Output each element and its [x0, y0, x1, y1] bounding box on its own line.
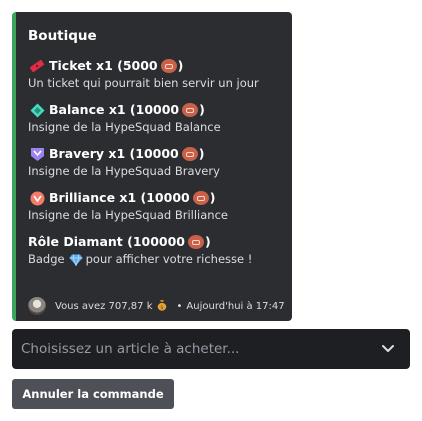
diamond-icon: [69, 253, 83, 266]
embed-footer: Vous avez 707,87 k $ • Aujourd'hui à 17:…: [28, 297, 285, 315]
shop-item-bravery: Bravery x1 (10000 ) Insigne de la HypeSq…: [28, 145, 280, 180]
item-name: Brilliance x1 (10000: [49, 190, 190, 205]
footer-timestamp: Aujourd'hui à 17:47: [186, 300, 285, 312]
item-name: Bravery x1 (10000: [49, 146, 179, 161]
item-name: Balance x1 (10000: [49, 102, 180, 117]
item-select-dropdown[interactable]: Choisissez un article à acheter...: [12, 329, 410, 369]
coin-icon: [188, 235, 205, 249]
cancel-order-button[interactable]: Annuler la commande: [12, 379, 174, 409]
balance-text: Vous avez 707,87 k: [55, 300, 153, 312]
avatar: [28, 297, 46, 315]
chevron-down-icon: [381, 342, 395, 356]
embed-title: Boutique: [28, 28, 97, 44]
select-placeholder: Choisissez un article à acheter...: [21, 341, 240, 357]
money-bag-icon: $: [157, 299, 167, 314]
shop-item-brilliance: Brilliance x1 (10000 ) Insigne de la Hyp…: [28, 189, 280, 224]
svg-text:$: $: [160, 305, 163, 311]
coin-icon: [160, 59, 177, 73]
shop-embed: Boutique Ticket x1 (5000 ) Un ticket qui…: [12, 12, 292, 321]
coin-icon: [182, 103, 199, 117]
coin-icon: [181, 147, 198, 161]
coin-icon: [192, 191, 209, 205]
hypesquad-brilliance-icon: [28, 190, 46, 206]
item-description: Insigne de la HypeSquad Bravery: [28, 164, 220, 178]
hypesquad-bravery-icon: [28, 146, 46, 162]
item-description: Badge pour afficher votre richesse !: [28, 252, 253, 266]
item-description: Insigne de la HypeSquad Balance: [28, 120, 221, 134]
ticket-icon: [28, 58, 46, 74]
item-description: Insigne de la HypeSquad Brilliance: [28, 208, 228, 222]
item-name: Ticket x1 (5000: [49, 58, 158, 73]
item-description: Un ticket qui pourrait bien servir un jo…: [28, 76, 259, 90]
footer-separator: •: [176, 300, 183, 312]
shop-item-balance: Balance x1 (10000 ) Insigne de la HypeSq…: [28, 101, 280, 136]
item-name: Rôle Diamant (100000: [28, 234, 186, 249]
shop-item-diamond-role: Rôle Diamant (100000 ) Badge pour affich…: [28, 233, 280, 268]
hypesquad-balance-icon: [28, 102, 46, 118]
shop-item-ticket: Ticket x1 (5000 ) Un ticket qui pourrait…: [28, 57, 280, 92]
